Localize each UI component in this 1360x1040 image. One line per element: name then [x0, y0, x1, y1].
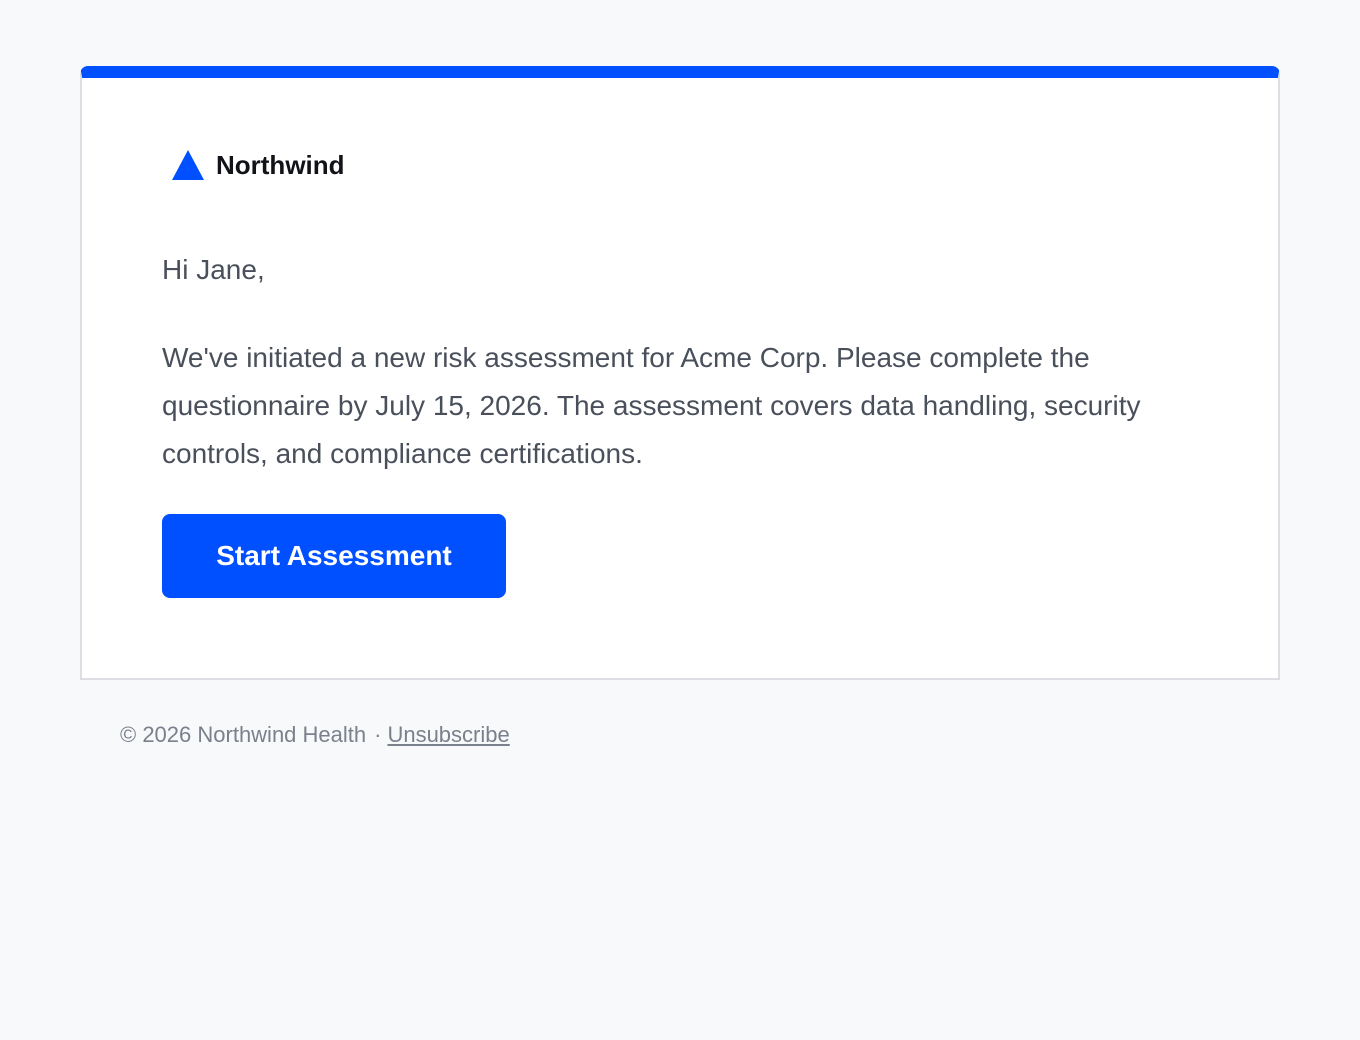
email-message: We've initiated a new risk assessment fo…: [162, 342, 1141, 469]
start-assessment-button[interactable]: Start Assessment: [162, 514, 506, 598]
email-greeting: Hi Jane,: [162, 254, 265, 285]
brand-name: Northwind: [216, 149, 345, 180]
footer-separator: ·: [374, 722, 382, 747]
triangle-logo-icon: [172, 150, 204, 180]
copyright-text: © 2026 Northwind Health: [120, 722, 367, 747]
unsubscribe-link[interactable]: Unsubscribe: [387, 722, 509, 747]
email-card: Northwind Hi Jane, We've initiated a new…: [80, 66, 1280, 680]
brand-header: Northwind: [172, 148, 345, 182]
email-footer: © 2026 Northwind Health · Unsubscribe: [120, 722, 510, 748]
